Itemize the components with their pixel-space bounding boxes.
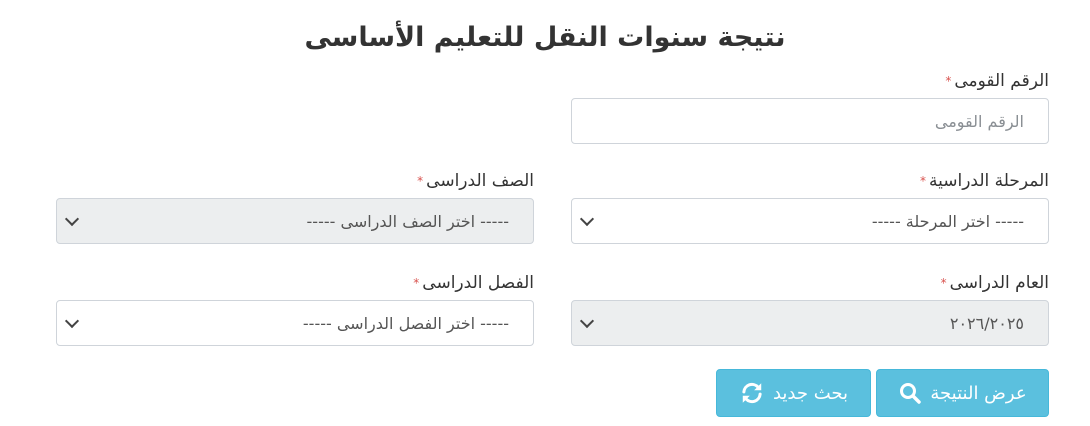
term-label: الفصل الدراسى* bbox=[56, 272, 534, 294]
national-id-field-wrapper bbox=[571, 98, 1049, 144]
stage-label: المرحلة الدراسية* bbox=[571, 170, 1049, 192]
show-result-label: عرض النتيجة bbox=[930, 382, 1027, 404]
refresh-icon bbox=[739, 380, 765, 406]
chevron-down-icon bbox=[579, 313, 595, 329]
stage-group: المرحلة الدراسية* ----- اختر المرحلة ---… bbox=[571, 170, 1049, 244]
show-result-button[interactable]: عرض النتيجة bbox=[876, 369, 1049, 417]
grade-group: الصف الدراسى* ----- اختر الصف الدراسى --… bbox=[56, 170, 534, 244]
new-search-label: بحث جديد bbox=[772, 382, 849, 404]
year-label: العام الدراسى* bbox=[571, 272, 1049, 294]
term-group: الفصل الدراسى* ----- اختر الفصل الدراسى … bbox=[56, 272, 534, 346]
stage-label-text: المرحلة الدراسية bbox=[928, 171, 1049, 191]
stage-select-value: ----- اختر المرحلة ----- bbox=[871, 211, 1024, 231]
year-label-text: العام الدراسى bbox=[949, 273, 1049, 293]
term-select-value: ----- اختر الفصل الدراسى ----- bbox=[302, 313, 509, 333]
required-mark: * bbox=[919, 174, 926, 188]
national-id-group: الرقم القومى* bbox=[571, 70, 1049, 144]
year-group: العام الدراسى* ٢٠٢٦/٢٠٢٥ bbox=[571, 272, 1049, 346]
grade-label-text: الصف الدراسى bbox=[426, 171, 534, 191]
page-title: نتيجة سنوات النقل للتعليم الأساسى bbox=[304, 22, 786, 53]
grade-select-value: ----- اختر الصف الدراسى ----- bbox=[306, 211, 509, 231]
stage-select[interactable]: ----- اختر المرحلة ----- bbox=[571, 198, 1049, 244]
new-search-button[interactable]: بحث جديد bbox=[716, 369, 871, 417]
term-label-text: الفصل الدراسى bbox=[422, 273, 534, 293]
term-select[interactable]: ----- اختر الفصل الدراسى ----- bbox=[56, 300, 534, 346]
year-select-value: ٢٠٢٦/٢٠٢٥ bbox=[949, 313, 1024, 333]
national-id-input[interactable] bbox=[596, 99, 1024, 143]
grade-label: الصف الدراسى* bbox=[56, 170, 534, 192]
required-mark: * bbox=[413, 276, 420, 290]
year-select[interactable]: ٢٠٢٦/٢٠٢٥ bbox=[571, 300, 1049, 346]
grade-select[interactable]: ----- اختر الصف الدراسى ----- bbox=[56, 198, 534, 244]
national-id-label-text: الرقم القومى bbox=[954, 71, 1049, 91]
required-mark: * bbox=[417, 174, 424, 188]
required-mark: * bbox=[940, 276, 947, 290]
chevron-down-icon bbox=[64, 313, 80, 329]
chevron-down-icon bbox=[579, 211, 595, 227]
required-mark: * bbox=[945, 74, 952, 88]
search-icon bbox=[898, 381, 922, 405]
chevron-down-icon bbox=[64, 211, 80, 227]
national-id-label: الرقم القومى* bbox=[571, 70, 1049, 92]
